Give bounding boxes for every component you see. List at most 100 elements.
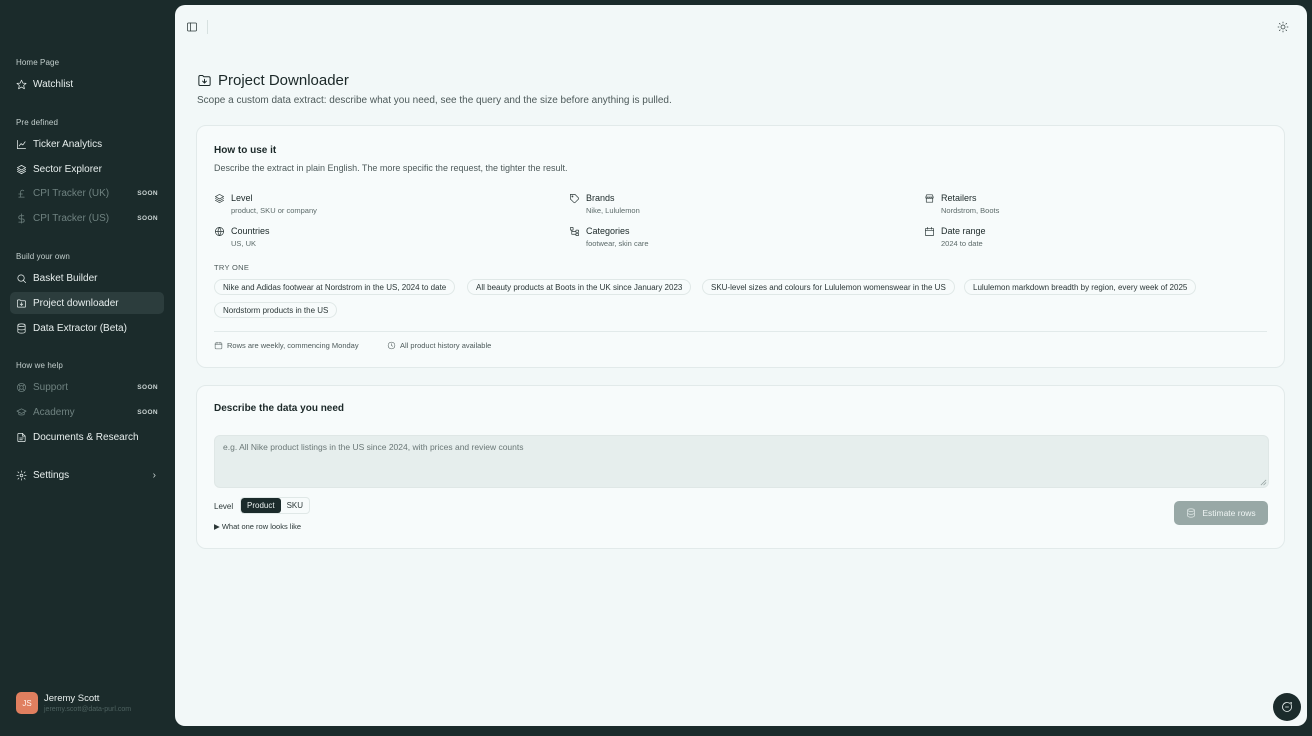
note-text: All product history available [400, 341, 492, 350]
card-description: Describe the extract in plain English. T… [214, 163, 568, 173]
card-divider [214, 331, 1267, 332]
sidebar-item-label: Data Extractor (Beta) [33, 322, 127, 334]
dimension-label: Categories [586, 226, 630, 236]
weekly-rows-note: Rows are weekly, commencing Monday [214, 341, 359, 350]
dimension-retailers: Retailers Nordstrom, Boots [924, 193, 999, 215]
search-icon [16, 273, 27, 284]
level-label: Level [214, 502, 234, 511]
sidebar-item-label: Settings [33, 469, 70, 481]
sidebar: Home Page Watchlist Pre defined Ticker A… [0, 0, 175, 736]
theme-toggle-sun-icon[interactable] [1276, 20, 1290, 34]
resize-grip-icon[interactable] [1260, 479, 1267, 486]
dimension-examples: Nike, Lululemon [586, 206, 640, 215]
sidebar-item-sector-explorer[interactable]: Sector Explorer [10, 158, 164, 180]
sidebar-item-basket-builder[interactable]: Basket Builder [10, 267, 164, 289]
layers-icon [214, 193, 225, 204]
sidebar-item-label: Documents & Research [33, 431, 139, 443]
page-subtitle: Scope a custom data extract: describe wh… [197, 95, 672, 106]
dimension-examples: Nordstrom, Boots [941, 206, 1000, 215]
soon-badge: SOON [137, 408, 158, 416]
topbar-divider [207, 20, 208, 34]
sidebar-item-cpi-tracker-us[interactable]: CPI Tracker (US) SOON [10, 207, 164, 229]
sidebar-item-watchlist[interactable]: Watchlist [10, 73, 164, 95]
page-title: Project Downloader [197, 72, 349, 89]
sidebar-item-label: CPI Tracker (US) [33, 212, 110, 224]
sidebar-item-academy[interactable]: Academy SOON [10, 401, 164, 423]
database-icon [1186, 508, 1196, 518]
dimension-categories: Categories footwear, skin care [569, 226, 649, 248]
page-title-text: Project Downloader [218, 72, 349, 89]
sidebar-item-label: Academy [33, 406, 75, 418]
sidebar-item-support[interactable]: Support SOON [10, 376, 164, 398]
sidebar-item-documents-research[interactable]: Documents & Research [10, 426, 164, 448]
note-text: Rows are weekly, commencing Monday [227, 341, 359, 350]
main-panel: Project Downloader Scope a custom data e… [175, 5, 1307, 726]
store-icon [924, 193, 935, 204]
avatar: JS [16, 692, 38, 714]
history-note: All product history available [387, 341, 491, 350]
sidebar-item-label: Ticker Analytics [33, 138, 103, 150]
how-to-card: How to use it Describe the extract in pl… [196, 125, 1285, 368]
soon-badge: SOON [137, 189, 158, 197]
user-email: jeremy.scott@data-purl.com [44, 706, 132, 713]
chevron-right-icon: › [152, 469, 156, 481]
level-option-sku[interactable]: SKU [281, 498, 309, 513]
level-option-product[interactable]: Product [241, 498, 281, 513]
dimension-examples: footwear, skin care [586, 239, 649, 248]
sidebar-item-label: Basket Builder [33, 272, 98, 284]
example-chip[interactable]: SKU-level sizes and colours for Lululemo… [702, 279, 955, 295]
pound-icon [16, 188, 27, 199]
example-chip[interactable]: Lululemon markdown breadth by region, ev… [964, 279, 1197, 295]
sidebar-item-data-extractor[interactable]: Data Extractor (Beta) [10, 317, 164, 339]
tag-icon [569, 193, 580, 204]
dimension-examples: product, SKU or company [231, 206, 317, 215]
dimension-brands: Brands Nike, Lululemon [569, 193, 640, 215]
database-icon [16, 323, 27, 334]
soon-badge: SOON [137, 214, 158, 222]
dimension-level: Level product, SKU or company [214, 193, 317, 215]
dimension-examples: 2024 to date [941, 239, 983, 248]
graduation-cap-icon [16, 407, 27, 418]
card-title: How to use it [214, 145, 277, 156]
sidebar-item-project-downloader[interactable]: Project downloader [10, 292, 164, 314]
globe-icon [214, 226, 225, 237]
dimension-date-range: Date range 2024 to date [924, 226, 986, 248]
dimension-label: Countries [231, 226, 270, 236]
folder-download-icon [16, 298, 27, 309]
sidebar-item-cpi-tracker-uk[interactable]: CPI Tracker (UK) SOON [10, 182, 164, 204]
dimension-label: Date range [941, 226, 986, 236]
dimension-label: Retailers [941, 193, 977, 203]
sidebar-item-ticker-analytics[interactable]: Ticker Analytics [10, 133, 164, 155]
soon-badge: SOON [137, 383, 158, 391]
sidebar-item-label: CPI Tracker (UK) [33, 187, 110, 199]
request-input[interactable] [214, 435, 1269, 488]
example-chip[interactable]: All beauty products at Boots in the UK s… [467, 279, 692, 295]
estimate-rows-button[interactable]: Estimate rows [1174, 501, 1268, 525]
nav-section-title: Pre defined [16, 118, 59, 127]
gear-icon [16, 470, 27, 481]
document-icon [16, 432, 27, 443]
sidebar-item-settings[interactable]: Settings › [10, 464, 164, 486]
sidebar-item-label: Project downloader [33, 297, 119, 309]
clock-icon [387, 341, 396, 350]
level-toggle: Product SKU [240, 497, 311, 514]
try-one-label: TRY ONE [214, 263, 250, 272]
example-chip[interactable]: Nordstorm products in the US [214, 302, 338, 318]
request-card: Describe the data you need Level Product… [196, 385, 1285, 549]
sidebar-item-label: Sector Explorer [33, 163, 102, 175]
example-chip[interactable]: Nike and Adidas footwear at Nordstrom in… [214, 279, 456, 295]
nav-section-title: Build your own [16, 252, 70, 261]
user-profile[interactable]: JS Jeremy Scott jeremy.scott@data-purl.c… [16, 692, 131, 714]
dimension-label: Level [231, 193, 253, 203]
star-icon [16, 79, 27, 90]
chat-help-button[interactable] [1273, 693, 1301, 721]
sidebar-toggle-icon[interactable] [185, 20, 199, 34]
dimension-examples: US, UK [231, 239, 257, 248]
layers-icon [16, 164, 27, 175]
dimension-countries: Countries US, UK [214, 226, 270, 248]
row-preview-toggle[interactable]: ▶ What one row looks like [214, 522, 301, 531]
dimension-label: Brands [586, 193, 615, 203]
nav-section-title: Home Page [16, 58, 60, 67]
folder-download-icon [197, 73, 212, 88]
dollar-icon [16, 213, 27, 224]
